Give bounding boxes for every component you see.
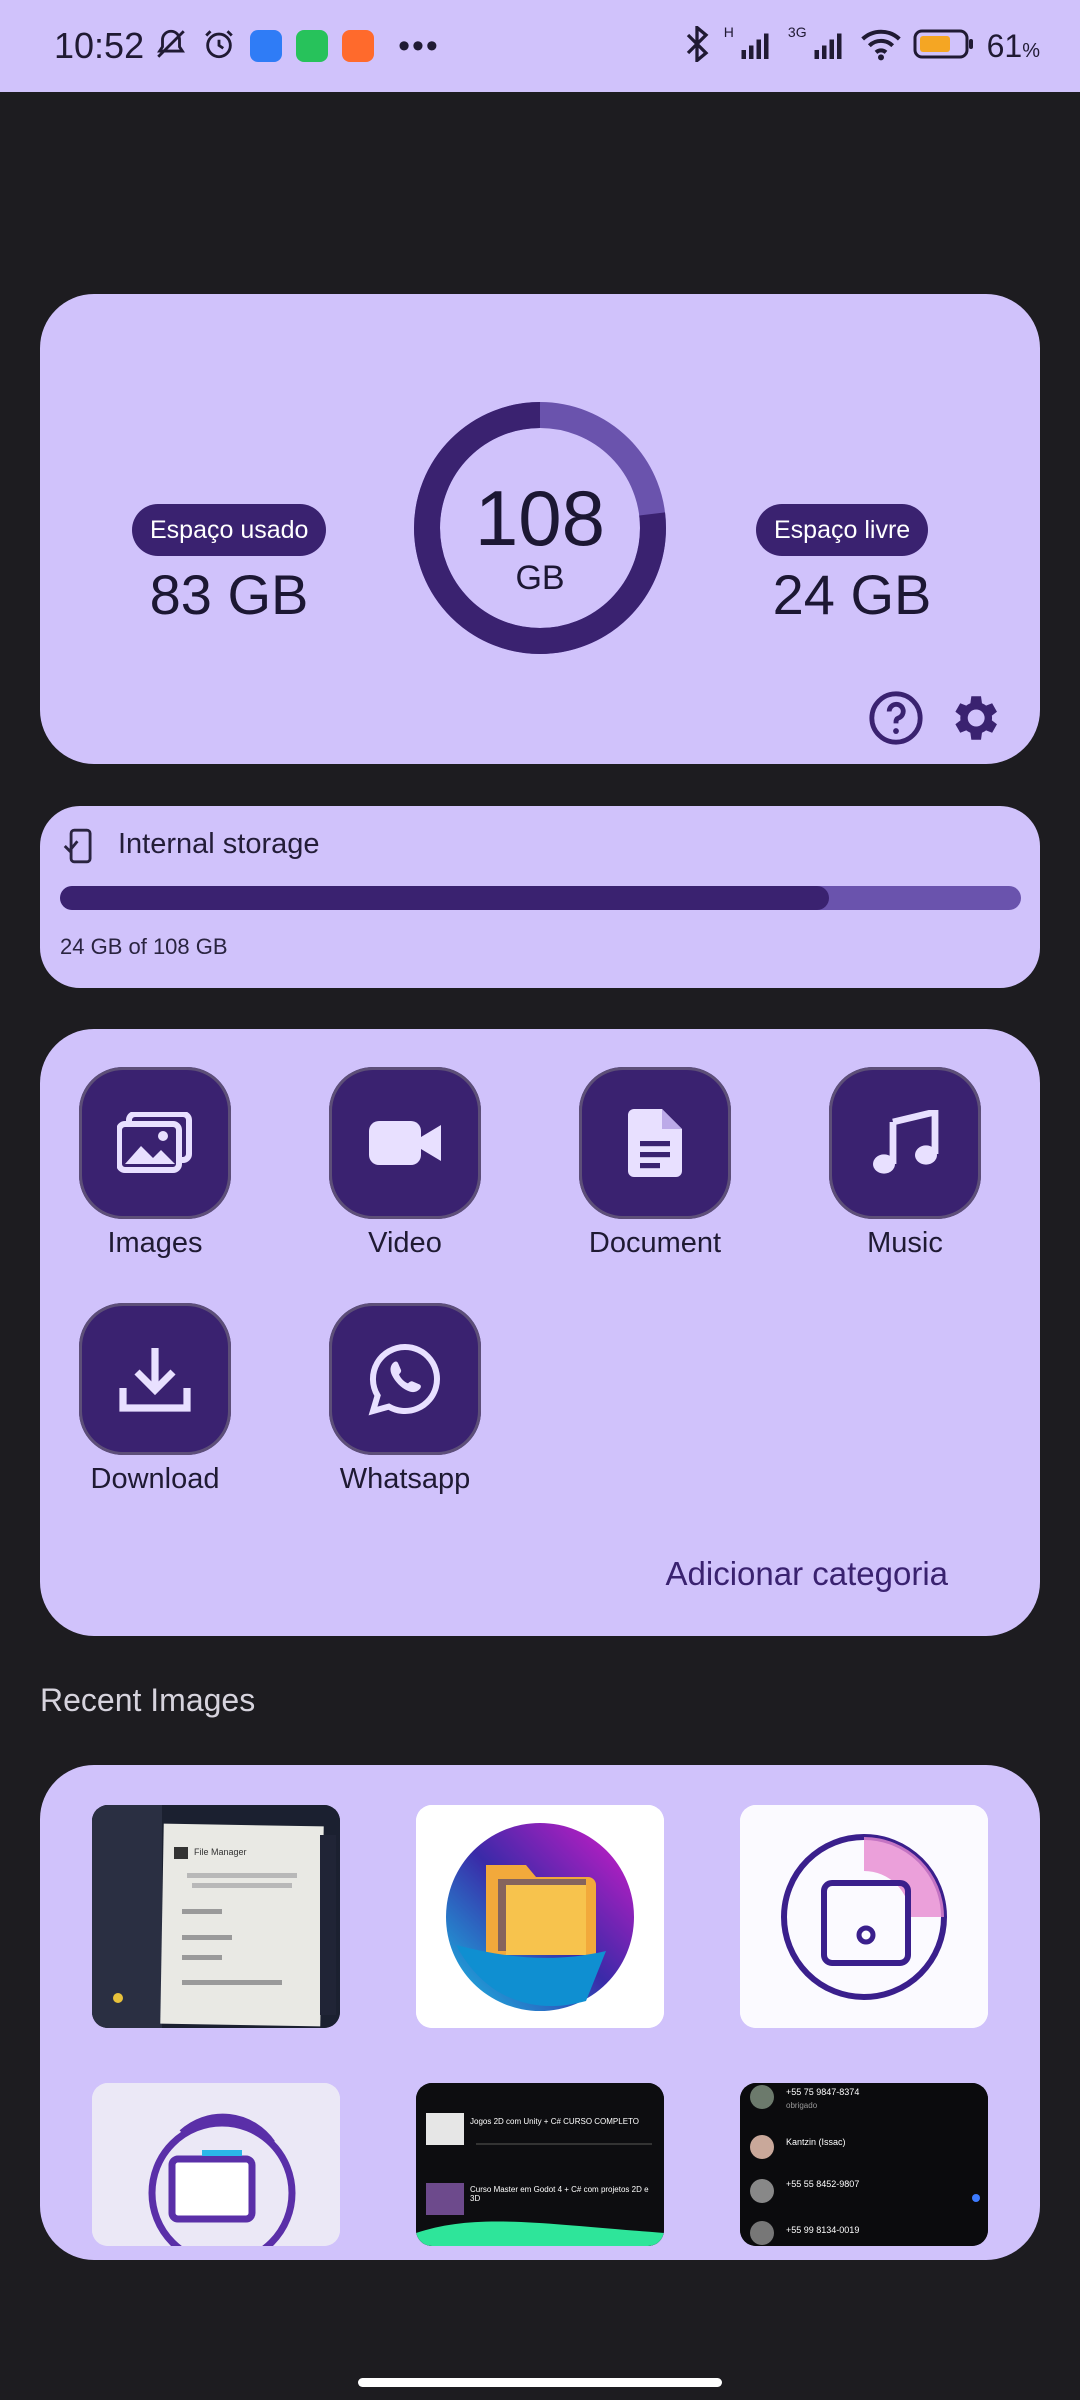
internal-storage-card[interactable]: Internal storage 24 GB of 108 GB — [40, 806, 1040, 988]
category-download[interactable]: Download — [60, 1303, 250, 1496]
category-images[interactable]: Images — [60, 1067, 250, 1260]
wifi-icon — [860, 27, 901, 66]
category-video-label: Video — [368, 1227, 442, 1259]
free-space-value: 24 GB — [772, 563, 932, 626]
category-music[interactable]: Music — [810, 1067, 1000, 1260]
recent-images-title: Recent Images — [40, 1682, 256, 1718]
course-list-screenshot — [416, 2083, 664, 2246]
bluetooth-icon — [682, 23, 712, 67]
status-system-icons: H 3G 61% — [682, 23, 1040, 67]
mute-bell-icon — [154, 27, 188, 66]
images-icon — [117, 1112, 192, 1173]
more-dots-icon: ••• — [398, 26, 440, 65]
category-document-label: Document — [588, 1227, 722, 1259]
globe-folder-logo-image — [92, 2083, 340, 2246]
thumb-chat-contact-1: +55 75 9847-8374 — [786, 2087, 860, 2097]
total-capacity-unit: GB — [515, 559, 565, 597]
screen-photo-image — [92, 1805, 340, 2028]
outline-folder-logo-image — [740, 1805, 988, 2028]
settings-button[interactable] — [945, 689, 1003, 747]
status-bar: 10:52 ••• H 3G 61% — [0, 0, 1080, 92]
messages-app-icon — [250, 30, 283, 62]
signal-icon — [813, 28, 849, 65]
signal-icon — [740, 28, 776, 65]
category-video-tile[interactable] — [329, 1067, 481, 1219]
help-icon — [869, 691, 923, 745]
phone-check-icon — [60, 826, 98, 871]
used-space-value: 83 GB — [149, 563, 309, 626]
recent-image-thumbnail[interactable] — [92, 2083, 340, 2246]
battery-icon — [913, 28, 975, 65]
category-whatsapp[interactable]: Whatsapp — [310, 1303, 500, 1496]
folder-logo-image — [416, 1805, 664, 2028]
whatsapp-icon — [368, 1343, 440, 1416]
network-type-1: H — [723, 24, 734, 40]
category-download-label: Download — [90, 1463, 220, 1495]
internal-storage-progress-fill — [60, 886, 829, 910]
category-images-tile[interactable] — [79, 1067, 231, 1219]
used-space-label: Espaço usado — [132, 504, 327, 556]
chat-list-screenshot — [740, 2083, 988, 2246]
music-icon — [873, 1110, 939, 1174]
network-type-2: 3G — [787, 24, 807, 40]
internal-storage-summary: 24 GB of 108 GB — [60, 934, 228, 959]
thumb-chat-message-1: obrigado — [786, 2101, 818, 2110]
internal-storage-title: Internal storage — [118, 828, 320, 860]
donut-center: 108 GB — [413, 401, 667, 655]
thumb-course-2: Curso Master em Godot 4 + C# com projeto… — [470, 2185, 649, 2203]
storage-donut-chart: 108 GB — [413, 401, 667, 655]
alarm-icon — [202, 27, 236, 66]
thumb-chat-contact-2: Kantzin (Issac) — [786, 2137, 846, 2147]
category-document[interactable]: Document — [560, 1067, 750, 1260]
category-music-tile[interactable] — [829, 1067, 981, 1219]
total-capacity-value: 108 — [474, 474, 606, 562]
download-icon — [119, 1348, 191, 1412]
recent-image-thumbnail[interactable]: Jogos 2D com Unity + C# CURSO COMPLETO C… — [416, 2083, 664, 2246]
thumb-screen-title: File Manager — [194, 1847, 247, 1857]
recent-image-thumbnail[interactable] — [416, 1805, 664, 2028]
status-notification-icons: ••• — [154, 27, 440, 66]
recent-image-thumbnail[interactable] — [740, 1805, 988, 2028]
add-category-button[interactable]: Adicionar categoria — [666, 1555, 949, 1593]
recent-image-thumbnail[interactable]: File Manager — [92, 1805, 340, 2028]
document-icon — [628, 1109, 682, 1177]
category-whatsapp-tile[interactable] — [329, 1303, 481, 1455]
thumb-course-1: Jogos 2D com Unity + C# CURSO COMPLETO — [470, 2117, 640, 2126]
thumb-chat-contact-4: +55 99 8134-0019 — [786, 2225, 860, 2235]
battery-percent: 61% — [986, 27, 1040, 64]
recent-images-card: File Manager Jogos 2D com Unity + C# CUR… — [40, 1765, 1040, 2260]
categories-card: Images Video Document Music Download Wha… — [40, 1029, 1040, 1636]
video-app-icon — [342, 30, 375, 62]
recent-image-thumbnail[interactable]: +55 75 9847-8374 obrigado Kantzin (Issac… — [740, 2083, 988, 2246]
pocket-app-icon — [296, 30, 329, 62]
category-video[interactable]: Video — [310, 1067, 500, 1260]
internal-storage-progress — [60, 886, 1021, 910]
thumb-chat-contact-3: +55 55 8452-9807 — [786, 2179, 860, 2189]
free-space-label: Espaço livre — [756, 504, 929, 556]
storage-summary-card: Espaço usado 83 GB 108 GB Espaço livre 2… — [40, 294, 1040, 764]
video-icon — [369, 1121, 441, 1165]
category-document-tile[interactable] — [579, 1067, 731, 1219]
category-images-label: Images — [107, 1227, 203, 1259]
status-time: 10:52 — [54, 25, 145, 66]
category-whatsapp-label: Whatsapp — [339, 1463, 471, 1495]
gear-icon — [955, 696, 997, 740]
category-download-tile[interactable] — [79, 1303, 231, 1455]
help-button[interactable] — [867, 689, 925, 747]
category-music-label: Music — [867, 1227, 943, 1259]
home-gesture-bar[interactable] — [358, 2378, 722, 2387]
